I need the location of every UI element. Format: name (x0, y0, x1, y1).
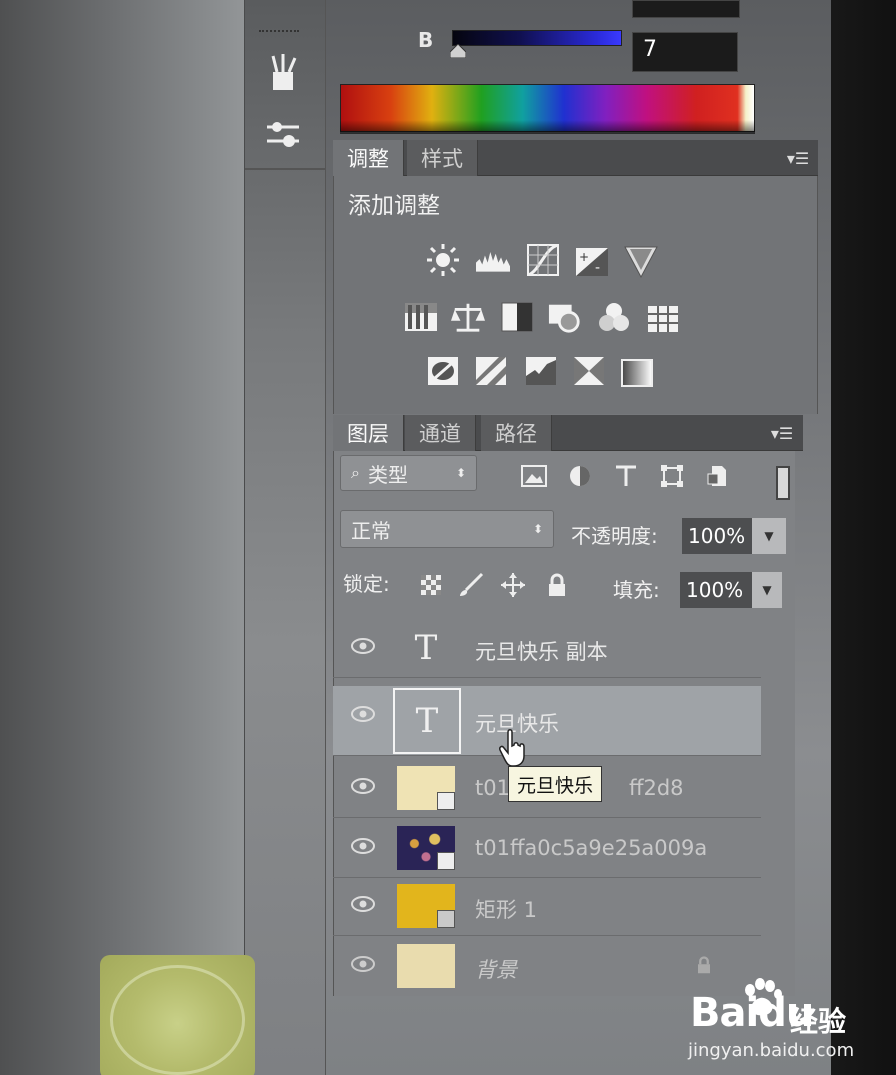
lock-transparent-icon[interactable] (418, 572, 444, 598)
opacity-input[interactable]: 100% (682, 518, 752, 554)
levels-icon[interactable] (476, 243, 510, 277)
updown-arrow-icon: ⬍ (455, 466, 466, 480)
layer-name-tail: ff2d8 (629, 776, 684, 800)
visibility-eye-icon[interactable] (351, 778, 375, 794)
layer-row[interactable]: 背景 (333, 936, 761, 996)
adjustments-tabbar: 调整 样式 ▾☰ (333, 140, 818, 176)
watermark-url: jingyan.baidu.com (688, 1040, 855, 1061)
blend-mode-value: 正常 (351, 518, 391, 543)
svg-text:-: - (595, 260, 600, 276)
curves-icon[interactable] (526, 243, 560, 277)
panel-menu-icon[interactable]: ▾☰ (783, 150, 813, 168)
brush-presets-icon[interactable] (263, 52, 303, 92)
color-balance-icon[interactable] (451, 300, 485, 334)
lock-pixels-brush-icon[interactable] (458, 572, 484, 598)
smart-object-badge-icon (437, 792, 455, 810)
tab-paths[interactable]: 路径 (481, 415, 552, 451)
hand-cursor-icon (499, 729, 525, 767)
fill-label: 填充: (613, 578, 660, 602)
exposure-icon[interactable]: + - (575, 245, 609, 279)
updown-arrow-icon: ⬍ (532, 522, 543, 536)
selective-color-icon[interactable] (572, 354, 606, 388)
color-lookup-icon[interactable] (646, 302, 680, 336)
search-icon: ⌕ (351, 463, 360, 482)
b-channel-value[interactable]: 7 (632, 32, 738, 72)
tab-channels[interactable]: 通道 (405, 415, 476, 451)
text-layer-thumbnail-icon: T (393, 688, 461, 754)
layer-row[interactable]: t01ffa0c5a9e25a009a (333, 818, 761, 878)
baidu-jingyan-text: 经验 (790, 1005, 847, 1038)
layer-name-tooltip: 元旦快乐 (508, 766, 603, 802)
svg-text:+: + (579, 250, 589, 264)
pixel-layer-filter-icon[interactable] (520, 463, 548, 489)
shape-layer-filter-icon[interactable] (658, 463, 686, 489)
layer-name[interactable]: 背景 (475, 954, 517, 984)
spectrum-shade (340, 120, 755, 134)
toolstrip-divider (245, 168, 325, 170)
vector-mask-badge-icon (437, 910, 455, 928)
fill-dropdown-icon[interactable]: ▼ (752, 572, 782, 608)
layer-name[interactable]: 矩形 1 (475, 894, 537, 924)
fireworks-image-thumbnail (397, 826, 455, 870)
tool-strip (244, 0, 326, 1075)
black-white-icon[interactable] (500, 300, 534, 334)
image-layer-thumbnail (397, 766, 455, 810)
b-channel-label: B (418, 28, 434, 52)
shape-layer-thumbnail (397, 884, 455, 928)
lock-label: 锁定: (343, 572, 390, 596)
b-channel-slider[interactable] (452, 30, 622, 46)
smart-object-badge-icon (437, 852, 455, 870)
layer-row[interactable]: T 元旦快乐 副本 (333, 618, 761, 678)
filter-toggle-switch[interactable] (776, 466, 790, 500)
opacity-label: 不透明度: (571, 524, 658, 548)
swirl-pattern (110, 965, 245, 1075)
background-lock-icon (698, 956, 710, 974)
visibility-eye-icon[interactable] (351, 838, 375, 854)
vibrance-icon[interactable] (624, 245, 658, 279)
tab-layers[interactable]: 图层 (333, 415, 404, 451)
type-layer-filter-icon[interactable] (612, 463, 640, 489)
lock-position-move-icon[interactable] (500, 572, 526, 598)
smart-object-filter-icon[interactable] (704, 463, 732, 489)
gradient-map-icon[interactable] (620, 356, 654, 390)
invert-icon[interactable] (426, 354, 460, 388)
adjustment-layer-filter-icon[interactable] (566, 463, 594, 489)
visibility-eye-icon[interactable] (351, 706, 375, 722)
layer-row-selected[interactable]: T 元旦快乐 (333, 686, 761, 756)
layers-menu-icon[interactable]: ▾☰ (767, 425, 797, 443)
blend-mode-select[interactable]: 正常 ⬍ (340, 510, 554, 548)
visibility-eye-icon[interactable] (351, 896, 375, 912)
layer-name[interactable]: t01 (475, 776, 510, 800)
brightness-contrast-icon[interactable] (426, 243, 460, 277)
fill-input[interactable]: 100% (680, 572, 752, 608)
photo-filter-icon[interactable] (548, 300, 582, 334)
hue-saturation-icon[interactable] (404, 300, 438, 334)
layer-name[interactable]: 元旦快乐 副本 (475, 636, 608, 666)
layer-filter-select[interactable]: ⌕ 类型 ⬍ (340, 455, 477, 491)
canvas-preview-image (100, 955, 255, 1075)
tab-adjustments[interactable]: 调整 (333, 140, 404, 176)
add-adjustment-title: 添加调整 (348, 193, 440, 219)
tool-options-icon[interactable] (263, 115, 303, 155)
layers-tabbar: 图层 通道 路径 ▾☰ (333, 415, 803, 451)
channel-mixer-icon[interactable] (597, 300, 631, 334)
top-channel-value[interactable] (632, 0, 740, 18)
threshold-icon[interactable] (524, 354, 558, 388)
visibility-eye-icon[interactable] (351, 956, 375, 972)
visibility-eye-icon[interactable] (351, 638, 375, 654)
tab-styles[interactable]: 样式 (407, 140, 478, 176)
opacity-dropdown-icon[interactable]: ▼ (752, 518, 786, 554)
panel-grip[interactable] (259, 30, 299, 34)
posterize-icon[interactable] (474, 354, 508, 388)
filter-kind-value: 类型 (367, 462, 408, 487)
slider-thumb-icon[interactable] (449, 43, 467, 59)
layer-list: T 元旦快乐 副本 T 元旦快乐 t01 ff2d8 t01ffa0c5a9e2… (333, 618, 763, 996)
brand-bai: Bai (690, 990, 759, 1036)
layer-row[interactable]: 矩形 1 (333, 876, 761, 936)
text-layer-thumbnail-icon: T (414, 628, 438, 668)
lock-all-icon[interactable] (544, 572, 570, 598)
background-layer-thumbnail (397, 944, 455, 988)
layer-name[interactable]: t01ffa0c5a9e25a009a (475, 836, 707, 860)
